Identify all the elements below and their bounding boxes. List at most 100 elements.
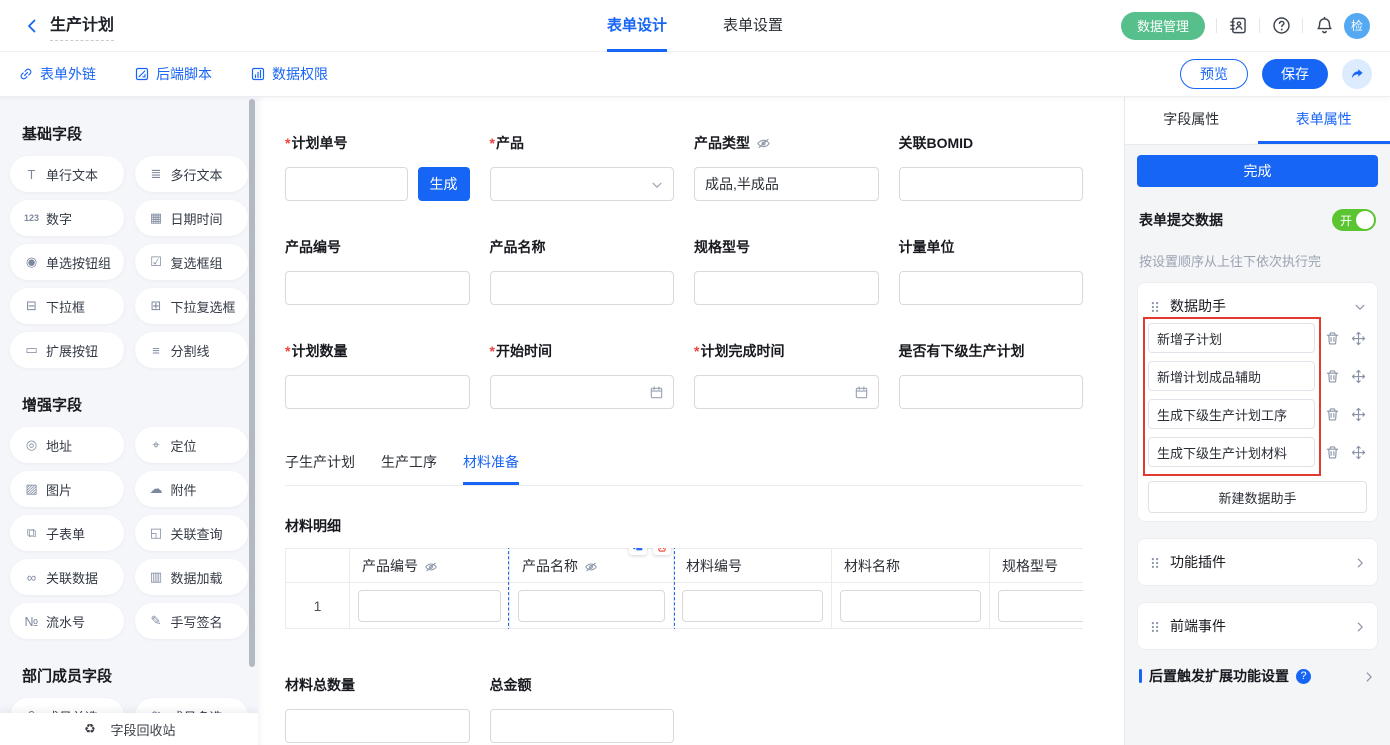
table-material-code-input[interactable]: [682, 590, 823, 622]
product-name-input[interactable]: [490, 271, 675, 305]
field-item-datetime[interactable]: ▦日期时间: [135, 200, 249, 236]
field-item-attachment[interactable]: ☁附件: [135, 471, 249, 507]
field-item-radio-group[interactable]: ◉单选按钮组: [10, 244, 124, 280]
field-item-extend-button[interactable]: ▭扩展按钮: [10, 332, 124, 368]
copy-column-icon[interactable]: [629, 548, 647, 555]
move-assistant-icon[interactable]: [1349, 405, 1367, 423]
help-question-icon[interactable]: ?: [1296, 669, 1311, 684]
field-item-location[interactable]: ⌖定位: [135, 427, 249, 463]
data-assistant-header[interactable]: 数据助手: [1148, 291, 1367, 321]
preview-button[interactable]: 预览: [1180, 59, 1248, 89]
notification-bell-icon[interactable]: [1314, 16, 1334, 36]
has-sub-plan-input[interactable]: [899, 375, 1084, 409]
field-item-serial-number[interactable]: №流水号: [10, 603, 124, 639]
table-product-name-input[interactable]: [518, 590, 665, 622]
field-item-number[interactable]: 123数字: [10, 200, 124, 236]
table-product-code-input[interactable]: [358, 590, 501, 622]
tab-material-preparation[interactable]: 材料准备: [463, 452, 519, 485]
field-item-checkbox-group[interactable]: ☑复选框组: [135, 244, 249, 280]
help-icon[interactable]: [1271, 16, 1291, 36]
field-item-related-data[interactable]: ∞关联数据: [10, 559, 124, 595]
avatar[interactable]: 检: [1344, 13, 1370, 39]
delete-column-icon[interactable]: [653, 548, 671, 555]
share-button[interactable]: [1342, 59, 1372, 89]
spec-model-input[interactable]: [694, 271, 879, 305]
field-item-signature[interactable]: ✎手写签名: [135, 603, 249, 639]
column-header-material-code[interactable]: 材料编号: [674, 549, 831, 583]
contact-book-icon[interactable]: [1228, 16, 1248, 36]
drag-handle-icon[interactable]: [1148, 618, 1162, 634]
field-item-multi-line-text[interactable]: ≣多行文本: [135, 156, 249, 192]
field-product-type[interactable]: 产品类型: [694, 133, 879, 201]
field-product[interactable]: *产品: [490, 133, 675, 201]
bom-id-input[interactable]: [899, 167, 1084, 201]
unit-input[interactable]: [899, 271, 1084, 305]
assistant-item-label[interactable]: 生成下级生产计划材料: [1148, 437, 1315, 467]
plan-number-input[interactable]: [285, 167, 408, 201]
field-product-name[interactable]: 产品名称: [490, 237, 675, 305]
chevron-right-icon[interactable]: [1353, 618, 1367, 634]
delete-assistant-icon[interactable]: [1323, 367, 1341, 385]
sidebar-scrollbar[interactable]: [249, 99, 255, 667]
product-type-input[interactable]: [694, 167, 879, 201]
field-item-subform[interactable]: ⧉子表单: [10, 515, 124, 551]
total-amount-input[interactable]: [490, 709, 675, 743]
column-header-product-name[interactable]: 产品名称: [510, 549, 673, 583]
field-total-amount[interactable]: 总金额: [490, 675, 675, 743]
backend-script-link[interactable]: 后端脚本: [134, 64, 212, 84]
field-unit[interactable]: 计量单位: [899, 237, 1084, 305]
column-header-spec-model[interactable]: 规格型号: [990, 549, 1083, 583]
material-total-qty-input[interactable]: [285, 709, 470, 743]
save-button[interactable]: 保存: [1262, 59, 1328, 89]
field-start-time[interactable]: *开始时间: [490, 341, 675, 409]
move-assistant-icon[interactable]: [1349, 329, 1367, 347]
field-item-related-query[interactable]: ◱关联查询: [135, 515, 249, 551]
tab-production-process[interactable]: 生产工序: [381, 452, 437, 485]
field-item-data-load[interactable]: ▥数据加载: [135, 559, 249, 595]
delete-assistant-icon[interactable]: [1323, 405, 1341, 423]
field-plan-quantity[interactable]: *计划数量: [285, 341, 470, 409]
chevron-right-icon[interactable]: [1353, 554, 1367, 570]
drag-handle-icon[interactable]: [1148, 298, 1162, 314]
back-button[interactable]: [20, 14, 44, 38]
field-item-multi-select[interactable]: ⊞下拉复选框: [135, 288, 249, 324]
generate-button[interactable]: 生成: [418, 167, 470, 201]
field-material-total-qty[interactable]: 材料总数量: [285, 675, 470, 743]
field-item-divider[interactable]: ≡分割线: [135, 332, 249, 368]
post-trigger-settings[interactable]: 后置触发扩展功能设置 ?: [1139, 666, 1376, 686]
form-external-link[interactable]: 表单外链: [18, 64, 96, 84]
tab-form-settings[interactable]: 表单设置: [723, 0, 783, 52]
tab-sub-production-plan[interactable]: 子生产计划: [285, 452, 355, 485]
field-plan-number[interactable]: *计划单号 生成: [285, 133, 470, 201]
delete-assistant-icon[interactable]: [1323, 329, 1341, 347]
field-bom-id[interactable]: 关联BOMID: [899, 133, 1084, 201]
plan-quantity-input[interactable]: [285, 375, 470, 409]
chevron-down-icon[interactable]: [1353, 298, 1367, 314]
tab-form-design[interactable]: 表单设计: [607, 0, 667, 52]
move-assistant-icon[interactable]: [1349, 443, 1367, 461]
start-time-input[interactable]: [490, 375, 675, 409]
table-spec-model-input[interactable]: [998, 590, 1083, 622]
chevron-right-icon[interactable]: [1362, 668, 1376, 684]
field-item-address[interactable]: ◎地址: [10, 427, 124, 463]
table-material-name-input[interactable]: [840, 590, 981, 622]
field-recycle-bin[interactable]: ♻ 字段回收站: [0, 713, 258, 745]
drag-handle-icon[interactable]: [1148, 554, 1162, 570]
finish-time-input[interactable]: [694, 375, 879, 409]
data-manage-button[interactable]: 数据管理: [1121, 12, 1205, 40]
field-item-image[interactable]: ▨图片: [10, 471, 124, 507]
assistant-item-label[interactable]: 新增计划成品辅助: [1148, 361, 1315, 391]
field-item-single-line-text[interactable]: T单行文本: [10, 156, 124, 192]
product-code-input[interactable]: [285, 271, 470, 305]
column-header-material-name[interactable]: 材料名称: [832, 549, 989, 583]
new-data-assistant-button[interactable]: 新建数据助手: [1148, 481, 1367, 513]
tab-form-properties[interactable]: 表单属性: [1258, 97, 1390, 144]
column-header-product-code[interactable]: 产品编号: [350, 549, 509, 583]
move-assistant-icon[interactable]: [1349, 367, 1367, 385]
submit-data-toggle[interactable]: 开: [1332, 209, 1376, 231]
assistant-item-label[interactable]: 生成下级生产计划工序: [1148, 399, 1315, 429]
data-permission-link[interactable]: 数据权限: [250, 64, 328, 84]
assistant-item-label[interactable]: 新增子计划: [1148, 323, 1315, 353]
field-has-sub-plan[interactable]: 是否有下级生产计划: [899, 341, 1084, 409]
field-finish-time[interactable]: *计划完成时间: [694, 341, 879, 409]
